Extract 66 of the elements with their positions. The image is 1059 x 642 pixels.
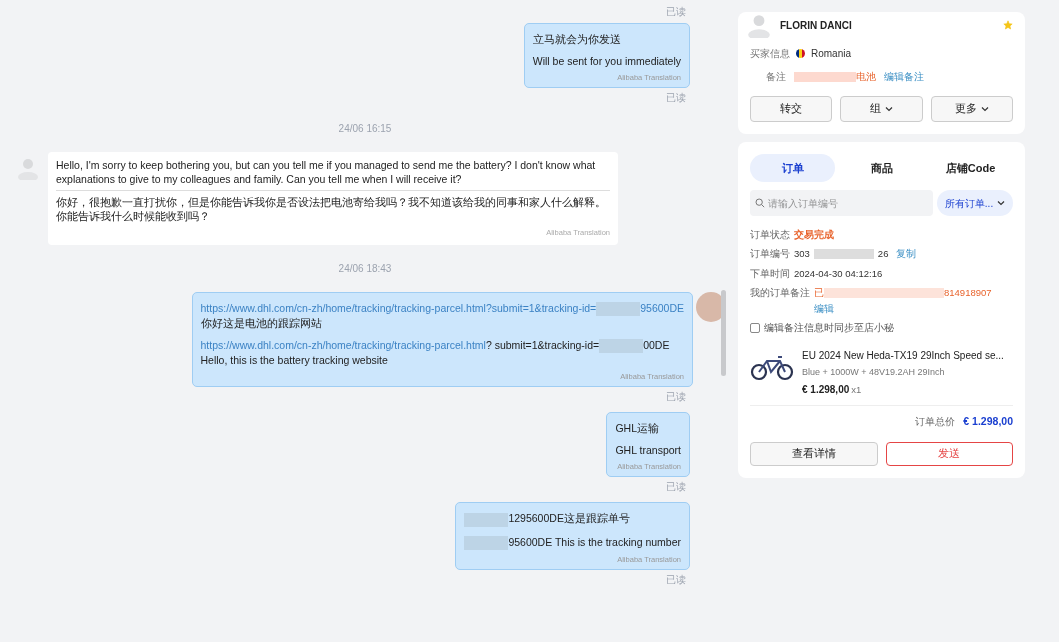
- star-icon[interactable]: [1003, 20, 1013, 30]
- order-time: 2024-04-30 04:12:16: [794, 266, 883, 281]
- field-label: 订单状态: [750, 228, 790, 242]
- message-text: 1295600DE这是跟踪单号: [508, 512, 630, 525]
- send-button[interactable]: 发送: [885, 442, 1013, 466]
- message-text: Will be sent for you immediately: [532, 55, 681, 67]
- note-text: 电池: [856, 70, 876, 84]
- read-status: 已读: [666, 91, 687, 106]
- message-text: 00DE: [643, 338, 670, 351]
- message-text: 95600DE This is the tracking number: [508, 535, 681, 548]
- search-icon: [755, 198, 765, 208]
- field-label: 订单编号: [750, 247, 790, 262]
- field-label: 买家信息: [750, 47, 790, 61]
- product-price: € 1.298,00: [802, 383, 850, 397]
- message-text: 你好，很抱歉一直打扰你，但是你能告诉我你是否设法把电池寄给我吗？我不知道该给我的同事和家人什么解释。你能告诉我什么时候能收到吗？: [56, 196, 606, 223]
- country-name: Romania: [811, 47, 852, 61]
- read-status: 已读: [666, 390, 687, 405]
- field-label: 备注: [765, 70, 787, 84]
- copy-link[interactable]: 复制: [896, 247, 917, 262]
- chevron-down-icon: [885, 106, 893, 112]
- message-text: Hello, this is the battery tracking website: [200, 353, 388, 366]
- order-note: 已: [814, 285, 824, 300]
- read-status: 已读: [666, 573, 687, 588]
- flag-icon: [796, 49, 805, 58]
- date-label: 24/06 16:15: [338, 122, 392, 137]
- total-label: 订单总价: [915, 415, 956, 429]
- read-status: 已读: [666, 5, 686, 19]
- sync-checkbox[interactable]: [750, 323, 760, 334]
- redaction-blur: [813, 249, 874, 260]
- product-quantity: x1: [851, 383, 862, 397]
- total-value: € 1.298,00: [963, 414, 1013, 430]
- chevron-down-icon: [980, 106, 989, 112]
- message-text: GHL transport: [615, 444, 681, 457]
- order-status: 交易完成: [794, 228, 834, 242]
- order-number: 26: [877, 247, 889, 262]
- message-text: ? submit=1&tracking-id=: [485, 338, 600, 351]
- date-label: 24/06 18:43: [338, 261, 392, 276]
- order-note: 814918907: [944, 285, 992, 300]
- message-text: 立马就会为你发送: [532, 33, 621, 45]
- action-button[interactable]: 组: [840, 96, 923, 122]
- details-button[interactable]: 查看详情: [750, 442, 878, 466]
- buyer-name: FLORIN DANCI: [780, 18, 853, 33]
- edit-link[interactable]: 编辑: [814, 302, 992, 317]
- order-number: 303: [794, 247, 810, 262]
- message-text: GHL运输: [615, 422, 660, 435]
- chevron-down-icon: [997, 200, 1006, 206]
- field-label: 我的订单备注: [750, 285, 810, 300]
- edit-note-link[interactable]: 编辑备注: [884, 69, 924, 84]
- checkbox-label: 编辑备注信息时同步至店小秘: [764, 321, 894, 336]
- message-text: Hello, I'm sorry to keep bothering you, but can you tell me if you managed to send me the battery? I don't know what explanations to give to my colleagues and family. Can you tell me when I will receive it?: [56, 159, 596, 186]
- order-filter-dropdown[interactable]: 所有订单...: [937, 190, 1013, 216]
- action-button[interactable]: 更多: [930, 96, 1013, 122]
- message-text: 你好这是电池的跟踪网站: [200, 316, 322, 329]
- redaction-blur: [794, 71, 856, 82]
- read-status: 已读: [666, 480, 687, 495]
- panel-tab[interactable]: 订单: [750, 154, 835, 182]
- action-button[interactable]: 转交: [750, 96, 833, 122]
- avatar-icon: [746, 12, 772, 38]
- avatar-icon: [16, 156, 40, 181]
- panel-tab[interactable]: 店铺Code: [928, 154, 1013, 182]
- search-field[interactable]: 请输入订单编号: [750, 190, 933, 216]
- scrollbar[interactable]: [721, 290, 726, 376]
- product-variant: Blue + 1000W + 48V19.2AH 29Inch: [802, 365, 946, 379]
- panel-tab[interactable]: 商品: [839, 154, 924, 182]
- field-label: 下单时间: [750, 266, 790, 281]
- product-title: EU 2024 New Heda-TX19 29Inch Speed se...: [802, 348, 1004, 363]
